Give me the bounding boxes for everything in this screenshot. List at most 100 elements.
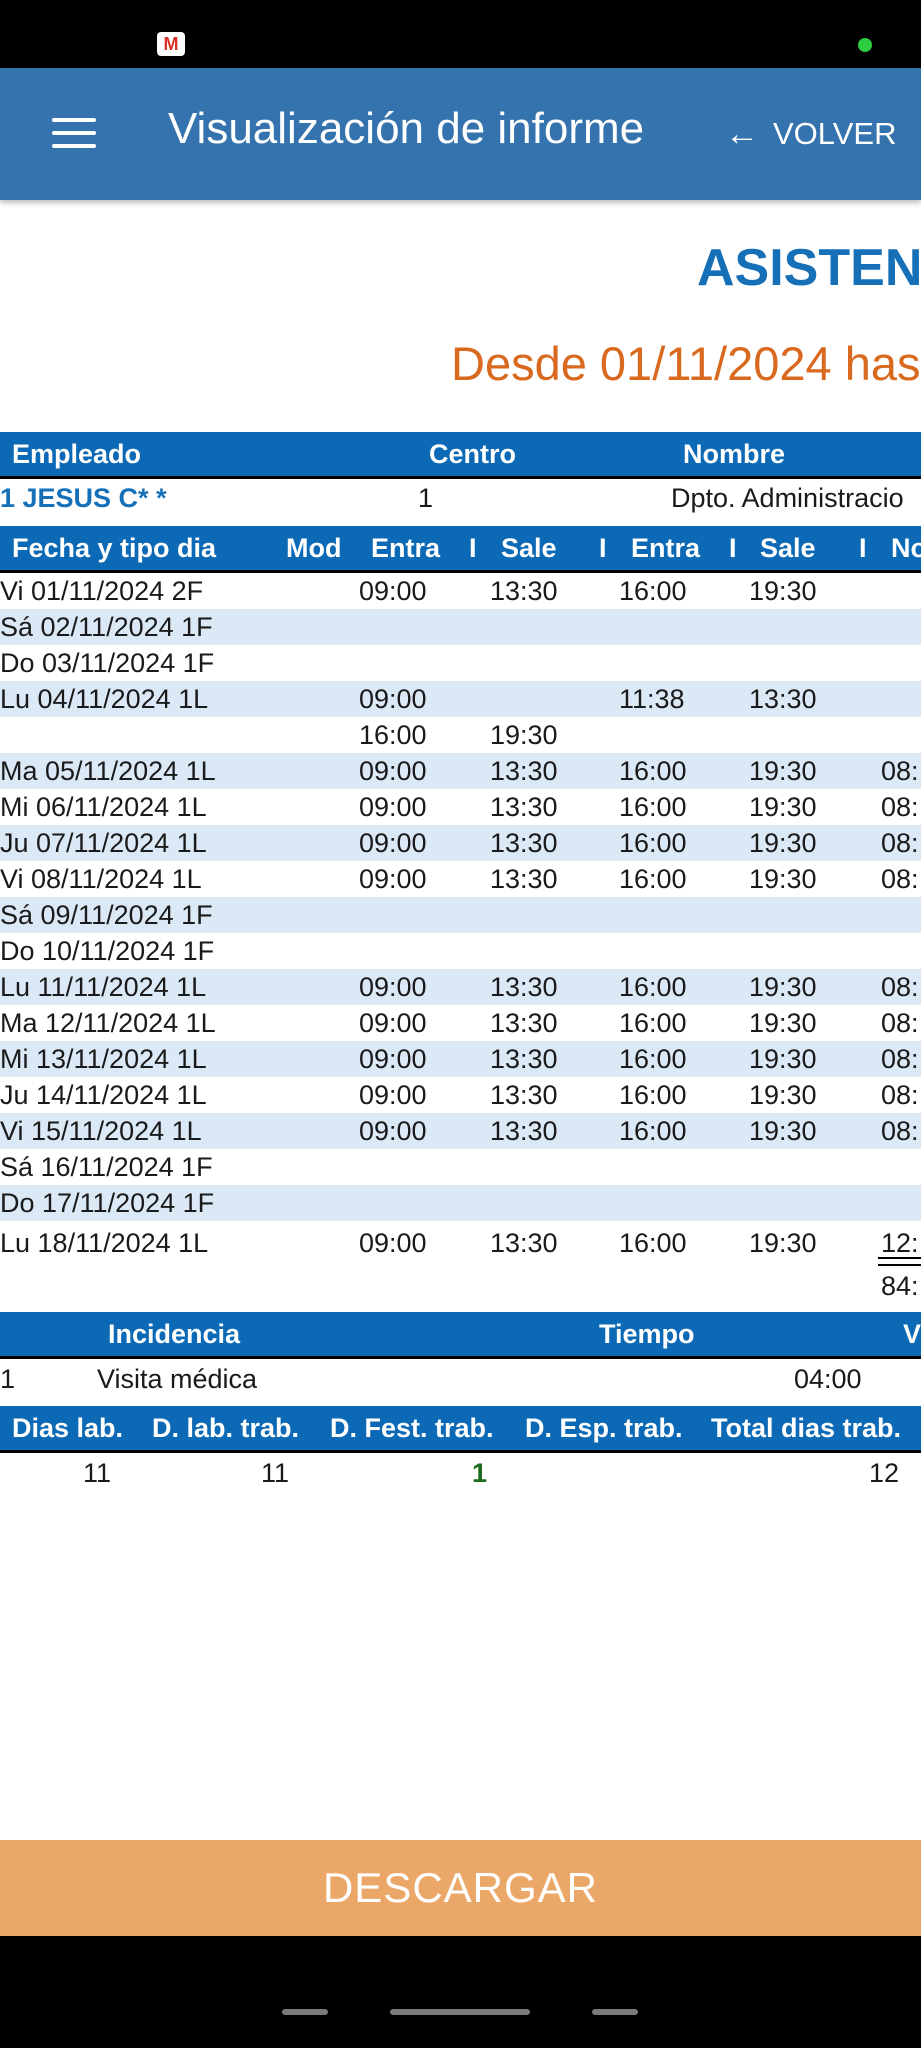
day-sale-2: 19:30: [749, 1008, 817, 1038]
day-sale-1: 13:30: [490, 1044, 558, 1074]
col-i-1: I: [469, 533, 477, 563]
day-sale-2: 19:30: [749, 576, 817, 606]
day-row: Ma 05/11/2024 1L 09:00 13:30 16:00 19:30 08:: [0, 753, 921, 789]
day-entra-1: 09:00: [359, 756, 427, 786]
menu-icon[interactable]: [52, 118, 96, 150]
nav-back-handle[interactable]: [592, 2009, 638, 2015]
day-entra-1: 09:00: [359, 972, 427, 1002]
day-sale-2: 19:30: [749, 792, 817, 822]
status-bar: [0, 0, 921, 68]
day-sale-2: 19:30: [749, 972, 817, 1002]
day-row: Sá 16/11/2024 1F: [0, 1149, 921, 1185]
day-entra-1: 09:00: [359, 1008, 427, 1038]
day-row: Sá 09/11/2024 1F: [0, 897, 921, 933]
day-date: Do 03/11/2024 1F: [0, 648, 215, 678]
col-total-dias-trab: Total dias trab.: [711, 1413, 902, 1443]
summary-dias-lab: 11: [83, 1458, 112, 1488]
day-sale-1: 13:30: [490, 1008, 558, 1038]
day-entra-1: 09:00: [359, 576, 427, 606]
day-hours: 08:: [881, 1116, 919, 1146]
day-hours: 08:: [881, 1008, 919, 1038]
day-hours: 08:: [881, 864, 919, 894]
day-row: Ju 07/11/2024 1L 09:00 13:30 16:00 19:30 08:: [0, 825, 921, 861]
day-row: Vi 08/11/2024 1L 09:00 13:30 16:00 19:30 08:: [0, 861, 921, 897]
day-sale-2: 19:30: [749, 1228, 817, 1258]
day-hours: 12:: [881, 1228, 919, 1258]
col-centro: Centro: [429, 439, 516, 469]
day-sale-2: 19:30: [749, 828, 817, 858]
col-incidencia: Incidencia: [108, 1319, 241, 1349]
day-entra-2: 16:00: [619, 864, 687, 894]
day-entra-1: 09:00: [359, 864, 427, 894]
day-date: Mi 06/11/2024 1L: [0, 792, 207, 822]
day-date: Vi 15/11/2024 1L: [0, 1116, 202, 1146]
day-entra-2: 16:00: [619, 756, 687, 786]
day-entra-2: 16:00: [619, 828, 687, 858]
incidence-code: 1: [0, 1364, 16, 1394]
day-date: Ju 14/11/2024 1L: [0, 1080, 207, 1110]
employee-header: Empleado Centro Nombre: [0, 432, 921, 479]
day-entra-1: 09:00: [359, 1080, 427, 1110]
day-row: Sá 02/11/2024 1F: [0, 609, 921, 645]
col-nombre: Nombre: [683, 439, 786, 469]
day-entra-2: 16:00: [619, 1080, 687, 1110]
day-row: Lu 18/11/2024 1L 09:00 13:30 16:00 19:30 12:: [0, 1225, 921, 1261]
nav-recents-handle[interactable]: [282, 2009, 328, 2015]
day-date: Ma 12/11/2024 1L: [0, 1008, 216, 1038]
day-entra-1: 16:00: [359, 720, 427, 750]
report-view[interactable]: ASISTENC Desde 01/11/2024 has Empleado C…: [0, 200, 921, 1840]
day-row: Lu 04/11/2024 1L 09:00 11:38 13:30: [0, 681, 921, 717]
day-entra-2: 11:38: [619, 684, 685, 714]
download-button[interactable]: DESCARGAR: [0, 1840, 921, 1936]
col-fecha: Fecha y tipo dia: [12, 533, 217, 563]
col-d-fest-trab: D. Fest. trab.: [330, 1413, 494, 1443]
day-entra-2: 16:00: [619, 1116, 687, 1146]
day-sale-1: 13:30: [490, 972, 558, 1002]
nav-home-handle[interactable]: [390, 2009, 530, 2015]
employee-name: 1 JESUS C* *: [0, 483, 167, 513]
day-entra-2: 16:00: [619, 1008, 687, 1038]
day-date: Do 10/11/2024 1F: [0, 936, 215, 966]
col-i-4: I: [859, 533, 867, 563]
day-sale-1: 19:30: [490, 720, 558, 750]
day-hours: 08:: [881, 1044, 919, 1074]
employee-row: 1 JESUS C* * 1 Dpto. Administracio: [0, 478, 921, 518]
day-date: Sá 02/11/2024 1F: [0, 612, 213, 642]
col-mod: Mod: [286, 533, 342, 563]
employee-department: Dpto. Administracio: [671, 483, 904, 513]
day-hours: 08:: [881, 1080, 919, 1110]
days-header: Fecha y tipo dia Mod Entra I Sale I Entr…: [0, 526, 921, 573]
day-entra-1: 09:00: [359, 1116, 427, 1146]
incidence-time: 04:00: [794, 1364, 862, 1394]
report-title: ASISTENC: [697, 239, 921, 297]
back-button[interactable]: ← VOLVER: [725, 108, 896, 160]
col-i-2: I: [599, 533, 607, 563]
day-hours: 08:: [881, 792, 919, 822]
summary-d-fest-trab: 1: [472, 1458, 488, 1488]
employee-centro: 1: [418, 483, 434, 513]
privacy-indicator-dot: [858, 38, 872, 52]
day-entra-2: 16:00: [619, 1228, 687, 1258]
day-row: Vi 15/11/2024 1L 09:00 13:30 16:00 19:30 08:: [0, 1113, 921, 1149]
incidence-header: Incidencia Tiempo V: [0, 1312, 921, 1359]
day-row: Mi 06/11/2024 1L 09:00 13:30 16:00 19:30 08:: [0, 789, 921, 825]
incidence-name: Visita médica: [97, 1364, 258, 1394]
day-date: Vi 08/11/2024 1L: [0, 864, 202, 894]
day-sale-2: 19:30: [749, 1116, 817, 1146]
summary-d-lab-trab: 11: [261, 1458, 290, 1488]
col-d-lab-trab: D. lab. trab.: [152, 1413, 300, 1443]
total-rule: [878, 1264, 921, 1266]
day-date: Lu 04/11/2024 1L: [0, 684, 209, 714]
day-date: Vi 01/11/2024 2F: [0, 576, 204, 606]
day-sale-1: 13:30: [490, 1228, 558, 1258]
col-no: No: [891, 533, 921, 563]
day-sale-1: 13:30: [490, 792, 558, 822]
day-row: Ju 14/11/2024 1L 09:00 13:30 16:00 19:30 08:: [0, 1077, 921, 1113]
day-entra-1: 09:00: [359, 684, 427, 714]
col-sale-1: Sale: [501, 533, 557, 563]
day-sale-1: 13:30: [490, 864, 558, 894]
total-rule: [878, 1257, 921, 1259]
day-hours: 08:: [881, 972, 919, 1002]
col-tiempo: Tiempo: [599, 1319, 695, 1349]
col-entra-1: Entra: [371, 533, 441, 563]
